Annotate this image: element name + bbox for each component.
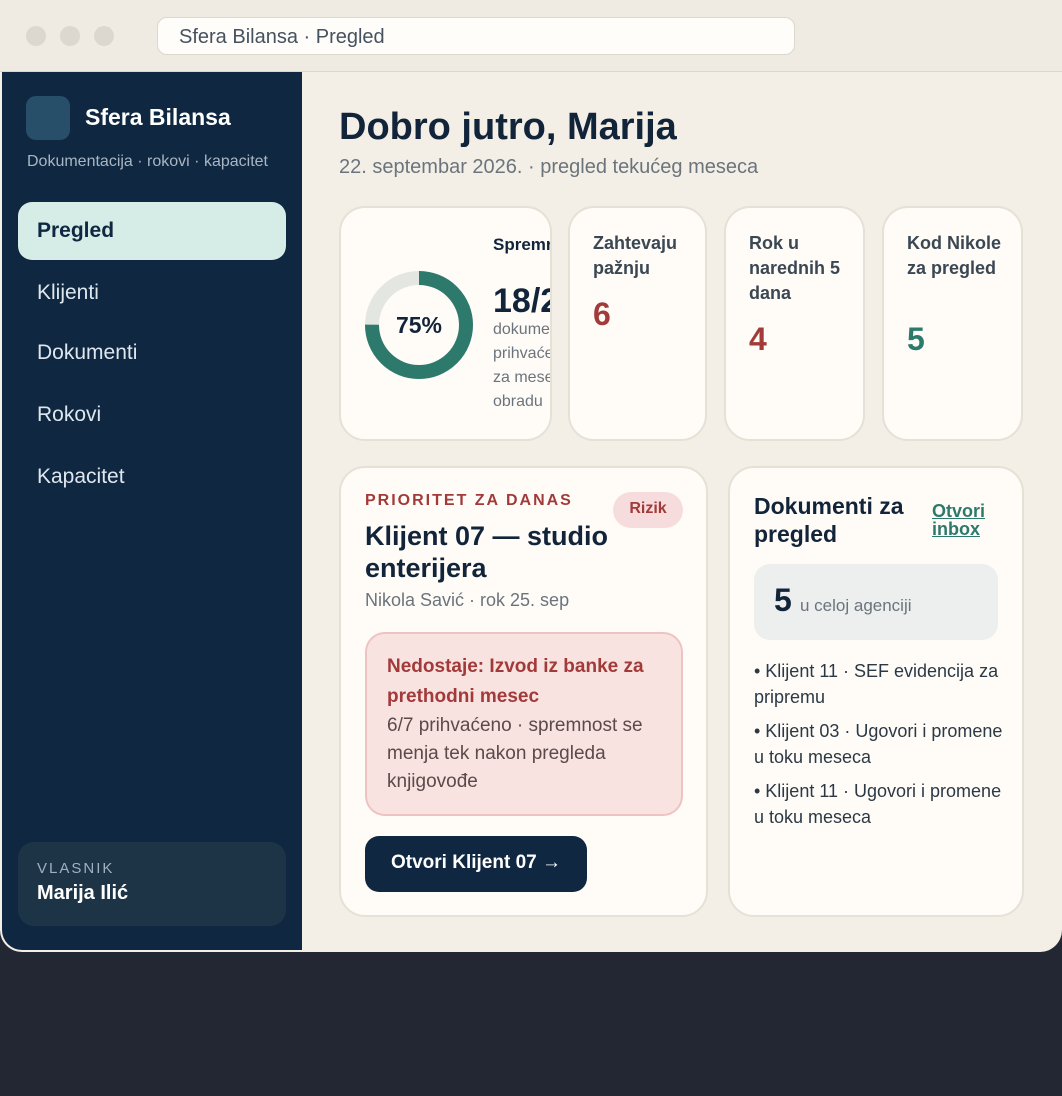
stat-card-deadline[interactable]: Rok u narednih 5 dana 4: [724, 206, 865, 441]
stat-value: 6: [593, 296, 611, 332]
window-minimize-button[interactable]: [60, 26, 80, 46]
priority-title: Klijent 07 — studio enterijera: [365, 521, 609, 583]
sidebar: Sfera Bilansa Dokumentacija · rokovi · k…: [2, 72, 302, 950]
priority-kicker: PRIORITET ZA DANAS: [365, 492, 573, 509]
brand-tagline: Dokumentacija · rokovi · kapacitet: [27, 153, 268, 170]
owner-name: Marija Ilić: [37, 882, 129, 904]
documents-total-box: 5 u celoj agenciji: [754, 564, 998, 640]
document-list-item[interactable]: • Klijent 03 · Ugovori i promene u toku …: [754, 718, 1010, 770]
main-content: Dobro jutro, Marija 22. septembar 2026. …: [302, 72, 1062, 952]
page-subtitle: 22. septembar 2026. · pregled tekućeg me…: [339, 156, 759, 178]
sidebar-item-klijenti[interactable]: Klijenti: [18, 264, 286, 322]
alert-text: 6/7 prihvaćeno · spremnost se menja tek …: [387, 715, 643, 792]
brand-name: Sfera Bilansa: [85, 104, 231, 130]
sidebar-item-pregled[interactable]: Pregled: [18, 202, 286, 260]
stat-card-review[interactable]: Kod Nikole za pregled 5: [882, 206, 1023, 441]
owner-label: VLASNIK: [37, 860, 115, 877]
stat-value: 4: [749, 321, 767, 357]
stat-label: Kod Nikole za pregled: [907, 233, 1002, 278]
window-maximize-button[interactable]: [94, 26, 114, 46]
stat-value: 5: [907, 321, 925, 357]
window-close-button[interactable]: [26, 26, 46, 46]
priority-meta: Nikola Savić · rok 25. sep: [365, 590, 570, 610]
stat-card-attention[interactable]: Zahtevaju pažnju 6: [568, 206, 707, 441]
sidebar-item-rokovi[interactable]: Rokovi: [18, 386, 286, 444]
document-list-item[interactable]: • Klijent 11 · Ugovori i promene u toku …: [754, 778, 1010, 830]
sidebar-item-kapacitet[interactable]: Kapacitet: [18, 448, 286, 506]
brand-logo: [26, 96, 70, 140]
title-bar: Sfera Bilansa · Pregled: [0, 0, 1062, 72]
readiness-card[interactable]: 75% Spremnost klijenata 18/24 dokumenti …: [339, 206, 552, 441]
readiness-title: Spremnost klijenata: [493, 235, 550, 254]
alert-title: Nedostaje: Izvod iz banke za prethodni m…: [387, 656, 644, 707]
readiness-count: 18/24: [493, 282, 550, 320]
stat-label: Zahtevaju pažnju: [593, 233, 678, 278]
documents-title: Dokumenti za pregled: [754, 493, 904, 547]
documents-card: Dokumenti za pregled Otvori inbox 5 u ce…: [728, 466, 1024, 917]
document-list-item[interactable]: • Klijent 11 · SEF evidencija za priprem…: [754, 658, 1010, 710]
documents-total-label: u celoj agenciji: [800, 596, 912, 615]
open-client-button[interactable]: Otvori Klijent 07 →: [365, 836, 587, 892]
missing-document-alert: Nedostaje: Izvod iz banke za prethodni m…: [365, 632, 683, 816]
address-bar[interactable]: Sfera Bilansa · Pregled: [157, 17, 795, 55]
documents-total-count: 5: [774, 582, 792, 618]
sidebar-item-dokumenti[interactable]: Dokumenti: [18, 324, 286, 382]
app-window: Sfera Bilansa · Pregled Sfera Bilansa Do…: [0, 0, 1062, 952]
open-inbox-link[interactable]: Otvori inbox: [932, 502, 1002, 538]
priority-card: PRIORITET ZA DANAS Rizik Klijent 07 — st…: [339, 466, 708, 917]
readiness-description: dokumenti prihvaćeni za mesečnu obradu: [493, 321, 550, 410]
owner-card[interactable]: VLASNIK Marija Ilić: [18, 842, 286, 926]
stat-label: Rok u narednih 5 dana: [749, 233, 841, 303]
readiness-percent: 75%: [395, 312, 443, 338]
page-title: Dobro jutro, Marija: [339, 106, 677, 148]
